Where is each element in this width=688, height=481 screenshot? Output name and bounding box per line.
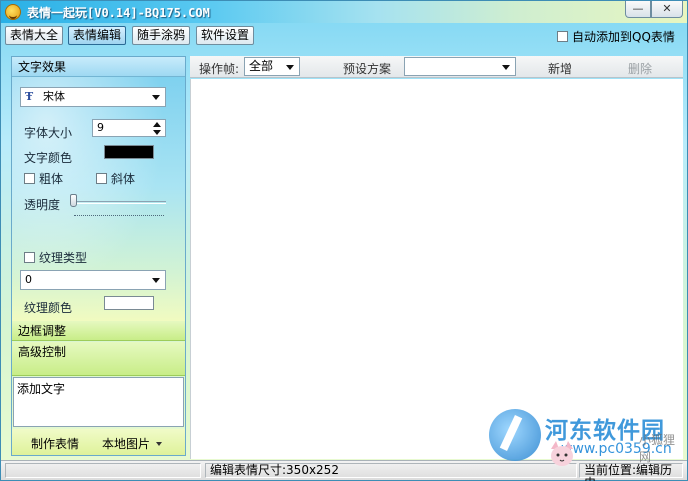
opacity-slider-track[interactable] [72, 201, 166, 204]
texture-type-checkbox-box[interactable] [24, 252, 35, 263]
auto-add-label: 自动添加到QQ表情 [572, 30, 675, 44]
texture-color-label: 纹理颜色 [24, 301, 73, 315]
status-position: 当前位置:编辑历史 [579, 463, 683, 481]
chevron-down-icon [152, 95, 160, 100]
italic-checkbox-box[interactable] [96, 173, 107, 184]
local-image-button[interactable]: 本地图片 [102, 435, 163, 452]
left-panel: 文字效果 Ŧ 宋体 字体大小 9 文字颜色 粗体 斜体 透明度 纹理类型 0 纹… [11, 56, 186, 456]
opacity-slider-ticks [74, 215, 164, 217]
bold-checkbox-box[interactable] [24, 173, 35, 184]
opacity-label: 透明度 [24, 198, 61, 212]
preset-select[interactable] [404, 57, 516, 76]
auto-add-checkbox-box[interactable] [557, 31, 568, 42]
texture-color-swatch[interactable] [104, 296, 154, 310]
status-bar: 编辑表情尺寸:350x252 当前位置:编辑历史 [1, 460, 687, 481]
app-window: 表情一起玩[V0.14]-BQ175.COM — ✕ 表情大全 表情编辑 随手涂… [0, 0, 688, 481]
frame-value: 全部 [249, 59, 274, 73]
text-effects-panel: Ŧ 宋体 字体大小 9 文字颜色 粗体 斜体 透明度 纹理类型 0 纹理颜色 [12, 77, 185, 321]
texture-type-checkbox[interactable]: 纹理类型 [24, 249, 87, 266]
font-size-value: 9 [97, 121, 104, 134]
chevron-down-icon [156, 442, 163, 446]
italic-checkbox[interactable]: 斜体 [96, 170, 135, 187]
chevron-down-icon [152, 278, 160, 283]
text-color-label: 文字颜色 [24, 151, 73, 165]
preset-label: 预设方案 [343, 62, 392, 76]
edit-canvas[interactable] [190, 79, 683, 459]
close-icon: ✕ [662, 2, 672, 15]
font-size-stepper[interactable]: 9 [92, 119, 166, 137]
title-bar[interactable]: 表情一起玩[V0.14]-BQ175.COM — ✕ [1, 1, 687, 23]
spin-up-icon[interactable] [153, 122, 161, 127]
chevron-down-icon [502, 65, 510, 70]
frame-label: 操作帧: [199, 62, 240, 76]
italic-label: 斜体 [111, 172, 136, 186]
status-size: 编辑表情尺寸:350x252 [205, 463, 577, 478]
bold-label: 粗体 [39, 172, 64, 186]
window-title: 表情一起玩[V0.14]-BQ175.COM [27, 6, 210, 20]
texture-value: 0 [25, 273, 32, 286]
section-text-effects[interactable]: 文字效果 [12, 57, 185, 77]
tab-doodle[interactable]: 随手涂鸦 [132, 26, 191, 45]
bold-checkbox[interactable]: 粗体 [24, 170, 63, 187]
minimize-button[interactable]: — [625, 1, 651, 18]
texture-type-label: 纹理类型 [39, 251, 88, 265]
auto-add-qq-checkbox[interactable]: 自动添加到QQ表情 [557, 28, 675, 45]
app-logo-icon [5, 4, 21, 20]
font-size-label: 字体大小 [24, 126, 73, 140]
frame-select[interactable]: 全部 [244, 57, 300, 76]
opacity-slider-thumb[interactable] [70, 194, 77, 207]
close-button[interactable]: ✕ [651, 1, 683, 18]
font-icon: Ŧ [25, 90, 34, 103]
section-border-adjust[interactable]: 边框调整 [12, 321, 185, 341]
chevron-down-icon [286, 65, 294, 70]
menu-bar: 表情大全 表情编辑 随手涂鸦 软件设置 自动添加到QQ表情 [1, 24, 687, 48]
new-button[interactable]: 新增 [548, 60, 572, 77]
texture-select[interactable]: 0 [20, 270, 166, 290]
local-image-label: 本地图片 [102, 437, 151, 451]
action-bar: 制作表情 本地图片 [12, 429, 185, 455]
delete-button[interactable]: 删除 [628, 60, 652, 77]
edit-toolbar: 操作帧: 全部 预设方案 新增 删除 [190, 56, 683, 78]
font-select[interactable]: Ŧ 宋体 [20, 87, 166, 107]
text-color-swatch[interactable] [104, 145, 154, 159]
text-input-area[interactable]: 添加文字 [13, 377, 184, 427]
tab-emoticon-edit[interactable]: 表情编辑 [68, 26, 127, 45]
tab-emoticon-gallery[interactable]: 表情大全 [5, 26, 64, 45]
minimize-icon: — [632, 2, 644, 15]
section-advanced-control[interactable]: 高级控制 [12, 342, 185, 376]
font-name: 宋体 [43, 90, 65, 103]
spin-down-icon[interactable] [153, 130, 161, 135]
tab-settings[interactable]: 软件设置 [196, 26, 255, 45]
make-emoticon-button[interactable]: 制作表情 [31, 435, 79, 452]
status-progress [5, 463, 201, 478]
